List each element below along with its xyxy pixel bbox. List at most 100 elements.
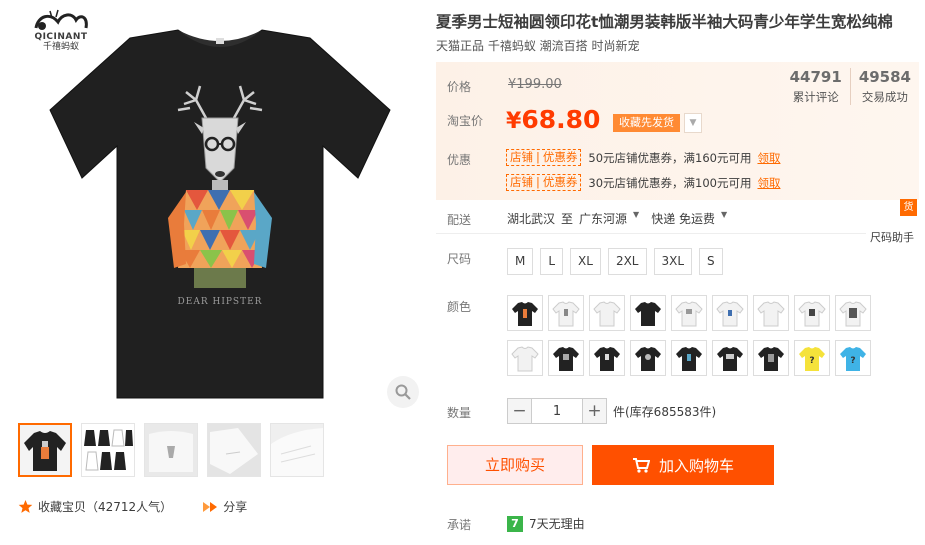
sales-label: 交易成功 — [861, 90, 908, 104]
quantity-input[interactable] — [532, 398, 582, 424]
color-swatch[interactable] — [507, 295, 543, 331]
size-option[interactable]: L — [540, 248, 564, 275]
ship-to-word: 至 — [561, 212, 574, 226]
chevron-down-icon[interactable]: ▼ — [633, 210, 639, 227]
size-help-link[interactable]: 尺码助手 — [870, 229, 914, 245]
size-option[interactable]: S — [699, 248, 723, 275]
star-icon — [18, 500, 33, 513]
color-swatch[interactable] — [712, 295, 748, 331]
color-swatch-row: ? ? — [507, 340, 876, 376]
size-options: M L XL 2XL 3XL S — [507, 248, 730, 275]
favorite-button[interactable]: 收藏宝贝（42712人气） — [18, 498, 172, 515]
size-option[interactable]: M — [507, 248, 534, 275]
quantity-stepper: − + 件(库存685583件) — [507, 398, 716, 424]
zoom-button[interactable] — [387, 376, 419, 408]
color-swatch[interactable] — [753, 340, 789, 376]
color-swatch[interactable] — [630, 340, 666, 376]
reviews-stat[interactable]: 44791 累计评论 — [782, 68, 850, 105]
color-label: 颜色 — [447, 300, 472, 314]
favorite-label: 收藏宝贝（42712人气） — [38, 500, 173, 514]
divider — [436, 233, 866, 234]
color-swatch[interactable] — [548, 295, 584, 331]
promise-text: 7天无理由 — [529, 517, 585, 531]
size-label: 尺码 — [447, 252, 472, 266]
add-to-cart-button[interactable]: 加入购物车 — [592, 445, 774, 485]
color-swatch[interactable] — [712, 340, 748, 376]
sale-price-value: 68.80 — [521, 105, 601, 134]
coupon-claim-link[interactable]: 领取 — [757, 175, 780, 191]
goods-badge: 货 — [900, 199, 917, 216]
orig-price: ¥199.00 — [508, 77, 562, 92]
share-icon — [203, 501, 218, 512]
buy-now-button[interactable]: 立即购买 — [447, 445, 583, 485]
color-swatch-row — [507, 295, 876, 331]
main-product-image[interactable]: DEAR HIPSTER — [18, 18, 422, 410]
coupon-row: 店铺 | 优惠券 30元店铺优惠券，满100元可用 领取 — [506, 174, 780, 191]
shipping-row: 湖北武汉 至 广东河源 ▼ 快递 免运费 ▼ — [507, 210, 739, 227]
seven-day-icon: 7 — [507, 515, 523, 532]
increase-button[interactable]: + — [582, 398, 607, 424]
sales-stat: 49584 交易成功 — [849, 68, 919, 105]
orig-price-label: 价格 — [447, 80, 472, 94]
thumbnail-4[interactable] — [207, 423, 261, 477]
color-swatch[interactable] — [589, 340, 625, 376]
sales-count: 49584 — [858, 68, 911, 86]
currency-symbol: ¥ — [506, 109, 522, 134]
gallery-actions: 收藏宝贝（42712人气） 分享 — [18, 498, 277, 515]
share-button[interactable]: 分享 — [202, 498, 247, 515]
promotions-label: 优惠 — [447, 153, 472, 167]
color-swatch[interactable] — [548, 340, 584, 376]
color-swatch[interactable] — [753, 295, 789, 331]
color-swatch[interactable] — [507, 340, 543, 376]
size-option[interactable]: 3XL — [653, 248, 693, 275]
coupon-badge: 店铺 | 优惠券 — [506, 174, 582, 191]
coupon-claim-link[interactable]: 领取 — [757, 150, 780, 166]
color-swatch[interactable]: ? — [835, 340, 871, 376]
price-panel: 价格 ¥199.00 淘宝价 ¥68.80 收藏先发货 ▼ 44791 累计评论… — [436, 62, 919, 200]
shipping-label: 配送 — [447, 213, 472, 227]
color-swatch[interactable] — [589, 295, 625, 331]
promise-item[interactable]: 7 7天无理由 — [507, 515, 585, 532]
thumbnail-2[interactable] — [81, 423, 135, 477]
reviews-label: 累计评论 — [792, 90, 839, 104]
thumbnail-1[interactable] — [18, 423, 72, 477]
color-swatch[interactable]: ? — [794, 340, 830, 376]
color-swatch[interactable] — [671, 295, 707, 331]
decrease-button[interactable]: − — [507, 398, 532, 424]
shirt-print-text: DEAR HIPSTER — [178, 297, 263, 307]
color-swatch[interactable] — [630, 295, 666, 331]
size-option[interactable]: XL — [570, 248, 601, 275]
collect-ship-tag[interactable]: 收藏先发货 — [613, 114, 680, 132]
share-label: 分享 — [223, 500, 248, 514]
coupon-text: 30元店铺优惠券，满100元可用 — [588, 175, 752, 190]
chevron-down-icon[interactable]: ▼ — [721, 210, 727, 227]
chevron-down-icon[interactable]: ▼ — [684, 113, 702, 133]
cart-icon — [632, 458, 650, 473]
coupon-badge: 店铺 | 优惠券 — [506, 149, 582, 166]
thumbnail-strip — [18, 423, 333, 477]
sale-price: ¥68.80 — [506, 105, 600, 134]
ship-to-select[interactable]: 广东河源 — [579, 210, 627, 227]
reviews-count: 44791 — [789, 68, 842, 86]
ship-method-select[interactable]: 快递 免运费 — [651, 210, 715, 227]
stats: 44791 累计评论 49584 交易成功 — [782, 68, 919, 105]
thumbnail-3[interactable] — [144, 423, 198, 477]
sale-price-label: 淘宝价 — [447, 114, 484, 128]
svg-text:?: ? — [850, 356, 855, 366]
coupon-row: 店铺 | 优惠券 50元店铺优惠券，满160元可用 领取 — [506, 149, 780, 166]
color-swatch[interactable] — [794, 295, 830, 331]
magnifier-icon — [395, 384, 411, 400]
quantity-label: 数量 — [447, 406, 472, 420]
add-to-cart-label: 加入购物车 — [658, 456, 734, 475]
stock-text: 件(库存685583件) — [613, 404, 717, 419]
promise-label: 承诺 — [447, 518, 472, 532]
ship-from: 湖北武汉 — [507, 212, 556, 226]
size-option[interactable]: 2XL — [607, 248, 647, 275]
product-subtitle: 天猫正品 千禧蚂蚁 潮流百搭 时尚新宠 — [436, 39, 640, 53]
color-swatch[interactable] — [835, 295, 871, 331]
svg-text:?: ? — [809, 356, 814, 366]
color-swatch[interactable] — [671, 340, 707, 376]
coupon-text: 50元店铺优惠券，满160元可用 — [588, 150, 752, 165]
product-title: 夏季男士短袖圆领印花t恤潮男装韩版半袖大码青少年学生宽松纯棉 — [436, 13, 893, 31]
thumbnail-5[interactable] — [270, 423, 324, 477]
